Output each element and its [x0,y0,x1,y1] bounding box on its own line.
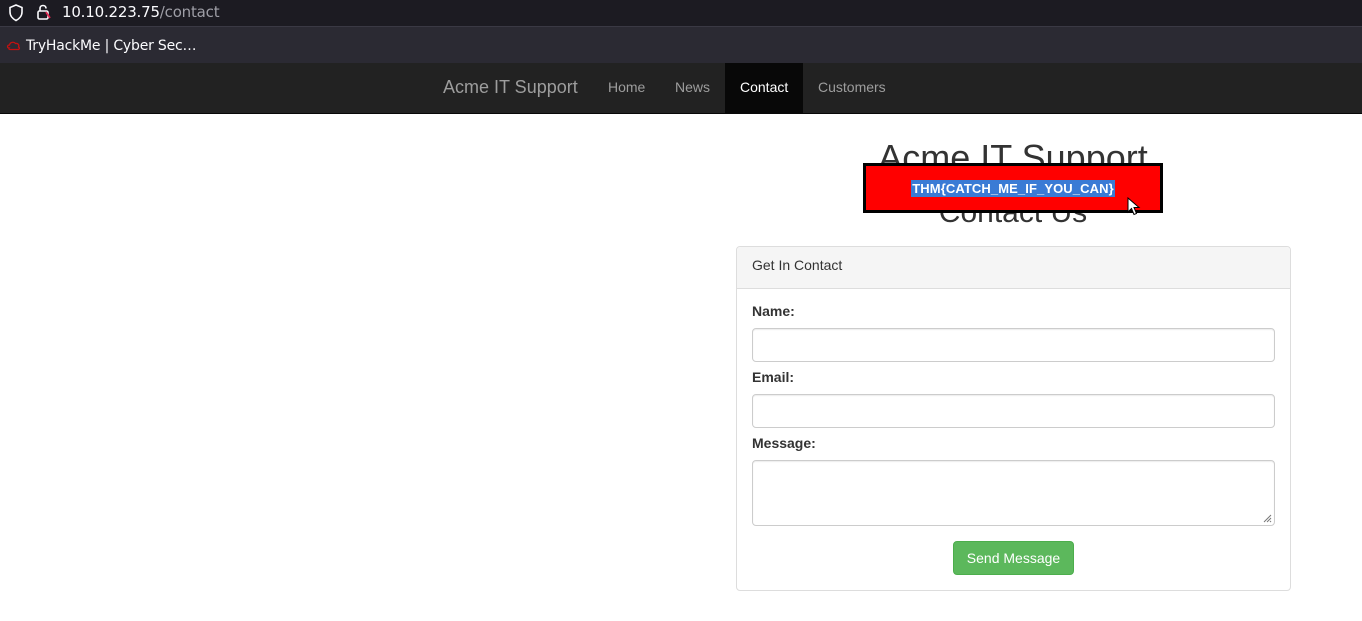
name-label: Name: [752,303,795,319]
contact-panel: Get In Contact Name: Email: Message: Sen… [736,246,1291,591]
nav-item-news[interactable]: News [660,63,725,113]
shield-icon[interactable] [8,4,24,22]
site-navbar: Acme IT Support Home News Contact Custom… [0,63,1362,114]
message-label: Message: [752,435,816,451]
browser-url-bar[interactable]: 10.10.223.75/contact [0,0,1362,26]
lock-icon[interactable] [35,3,51,21]
email-input[interactable] [752,394,1275,428]
bookmarks-toolbar: TryHackMe | Cyber Sec… [0,26,1362,63]
bookmark-tryhackme[interactable]: TryHackMe | Cyber Sec… [6,36,197,56]
tryhackme-icon [6,41,21,51]
nav-item-customers[interactable]: Customers [803,63,901,113]
resize-grip-icon[interactable] [1262,513,1272,523]
mouse-cursor-icon [1127,197,1141,216]
panel-heading: Get In Contact [737,247,1290,289]
nav-item-contact[interactable]: Contact [725,63,803,113]
message-textarea[interactable] [752,460,1275,526]
navbar-brand[interactable]: Acme IT Support [443,77,578,98]
nav-item-home[interactable]: Home [593,63,660,113]
flag-text[interactable]: THM{CATCH_ME_IF_YOU_CAN} [911,179,1115,197]
email-label: Email: [752,369,795,385]
url-path: /contact [159,3,220,21]
bookmark-label: TryHackMe | Cyber Sec… [26,38,197,54]
send-message-button[interactable]: Send Message [953,541,1074,575]
name-input[interactable] [752,328,1275,362]
flag-popup[interactable]: THM{CATCH_ME_IF_YOU_CAN} [863,163,1163,213]
url-text[interactable]: 10.10.223.75/contact [62,3,220,21]
url-host: 10.10.223.75 [62,3,160,21]
